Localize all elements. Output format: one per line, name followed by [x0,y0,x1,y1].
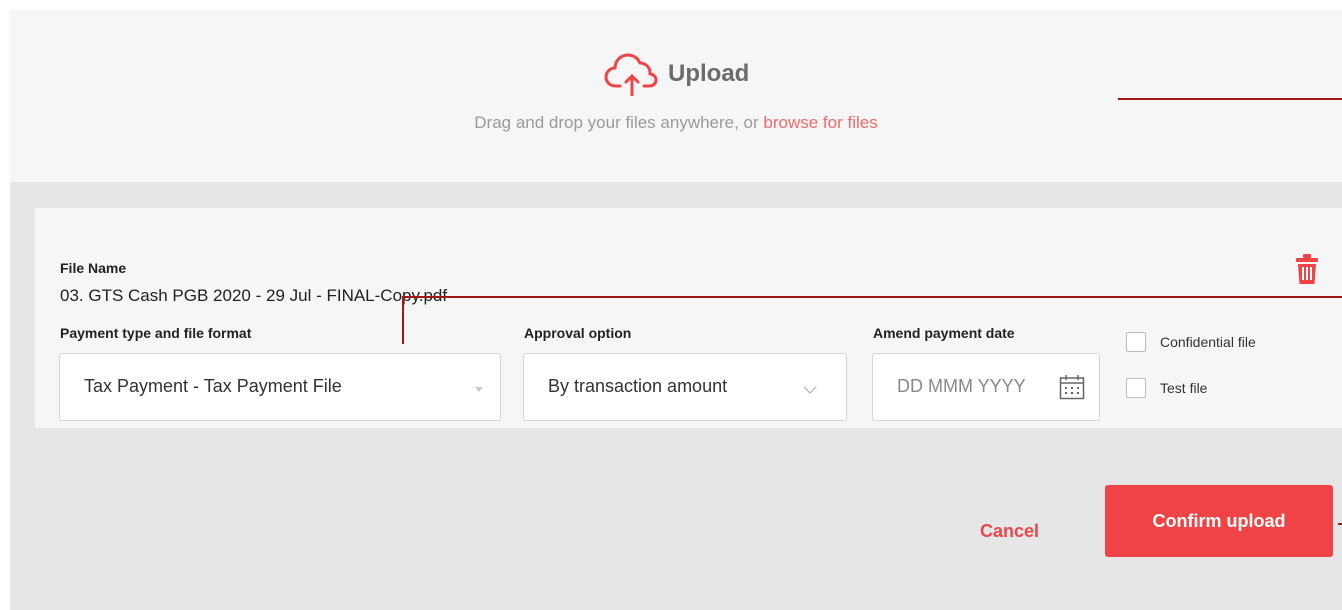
upload-page: Upload Drag and drop your files anywhere… [10,10,1342,610]
test-file-option[interactable]: Test file [1126,378,1207,398]
approval-option-label: Approval option [524,325,632,341]
annotation-line [402,296,404,344]
test-file-checkbox[interactable] [1126,378,1146,398]
upload-details-panel: File Name 03. GTS Cash PGB 2020 - 29 Jul… [10,182,1342,610]
approval-option-value: By transaction amount [548,376,728,396]
calendar-icon[interactable] [1059,374,1085,405]
confidential-file-label: Confidential file [1160,334,1256,350]
trash-icon[interactable] [1295,254,1319,284]
payment-date-input[interactable]: DD MMM YYYY [872,353,1100,421]
upload-title: Upload [668,60,750,87]
file-card: File Name 03. GTS Cash PGB 2020 - 29 Jul… [35,208,1342,428]
confidential-file-option[interactable]: Confidential file [1126,332,1256,352]
confidential-file-checkbox[interactable] [1126,332,1146,352]
browse-files-link[interactable]: browse for files [763,113,877,132]
annotation-line [402,296,1342,298]
payment-date-label: Amend payment date [873,325,1015,341]
confirm-upload-button[interactable]: Confirm upload [1105,485,1333,557]
upload-instruction-text: Drag and drop your files anywhere, or [474,113,764,132]
cloud-upload-icon [604,52,660,96]
annotation-line [1118,98,1342,100]
upload-instruction: Drag and drop your files anywhere, or br… [10,113,1342,133]
payment-date-placeholder: DD MMM YYYY [897,376,1026,396]
test-file-label: Test file [1160,380,1208,396]
upload-dropzone[interactable]: Upload Drag and drop your files anywhere… [10,10,1342,182]
annotation-line [1338,523,1342,525]
upload-header: Upload [604,52,749,96]
payment-type-value: Tax Payment - Tax Payment File [84,376,342,396]
payment-type-select[interactable]: Tax Payment - Tax Payment File [59,353,501,421]
payment-type-label: Payment type and file format [60,325,252,341]
caret-down-icon [475,387,483,392]
file-name-value: 03. GTS Cash PGB 2020 - 29 Jul - FINAL-C… [60,286,448,305]
approval-option-select[interactable]: By transaction amount [523,353,847,421]
cancel-button[interactable]: Cancel [980,521,1039,542]
file-name-label: File Name [60,260,127,276]
chevron-down-icon [803,382,817,400]
